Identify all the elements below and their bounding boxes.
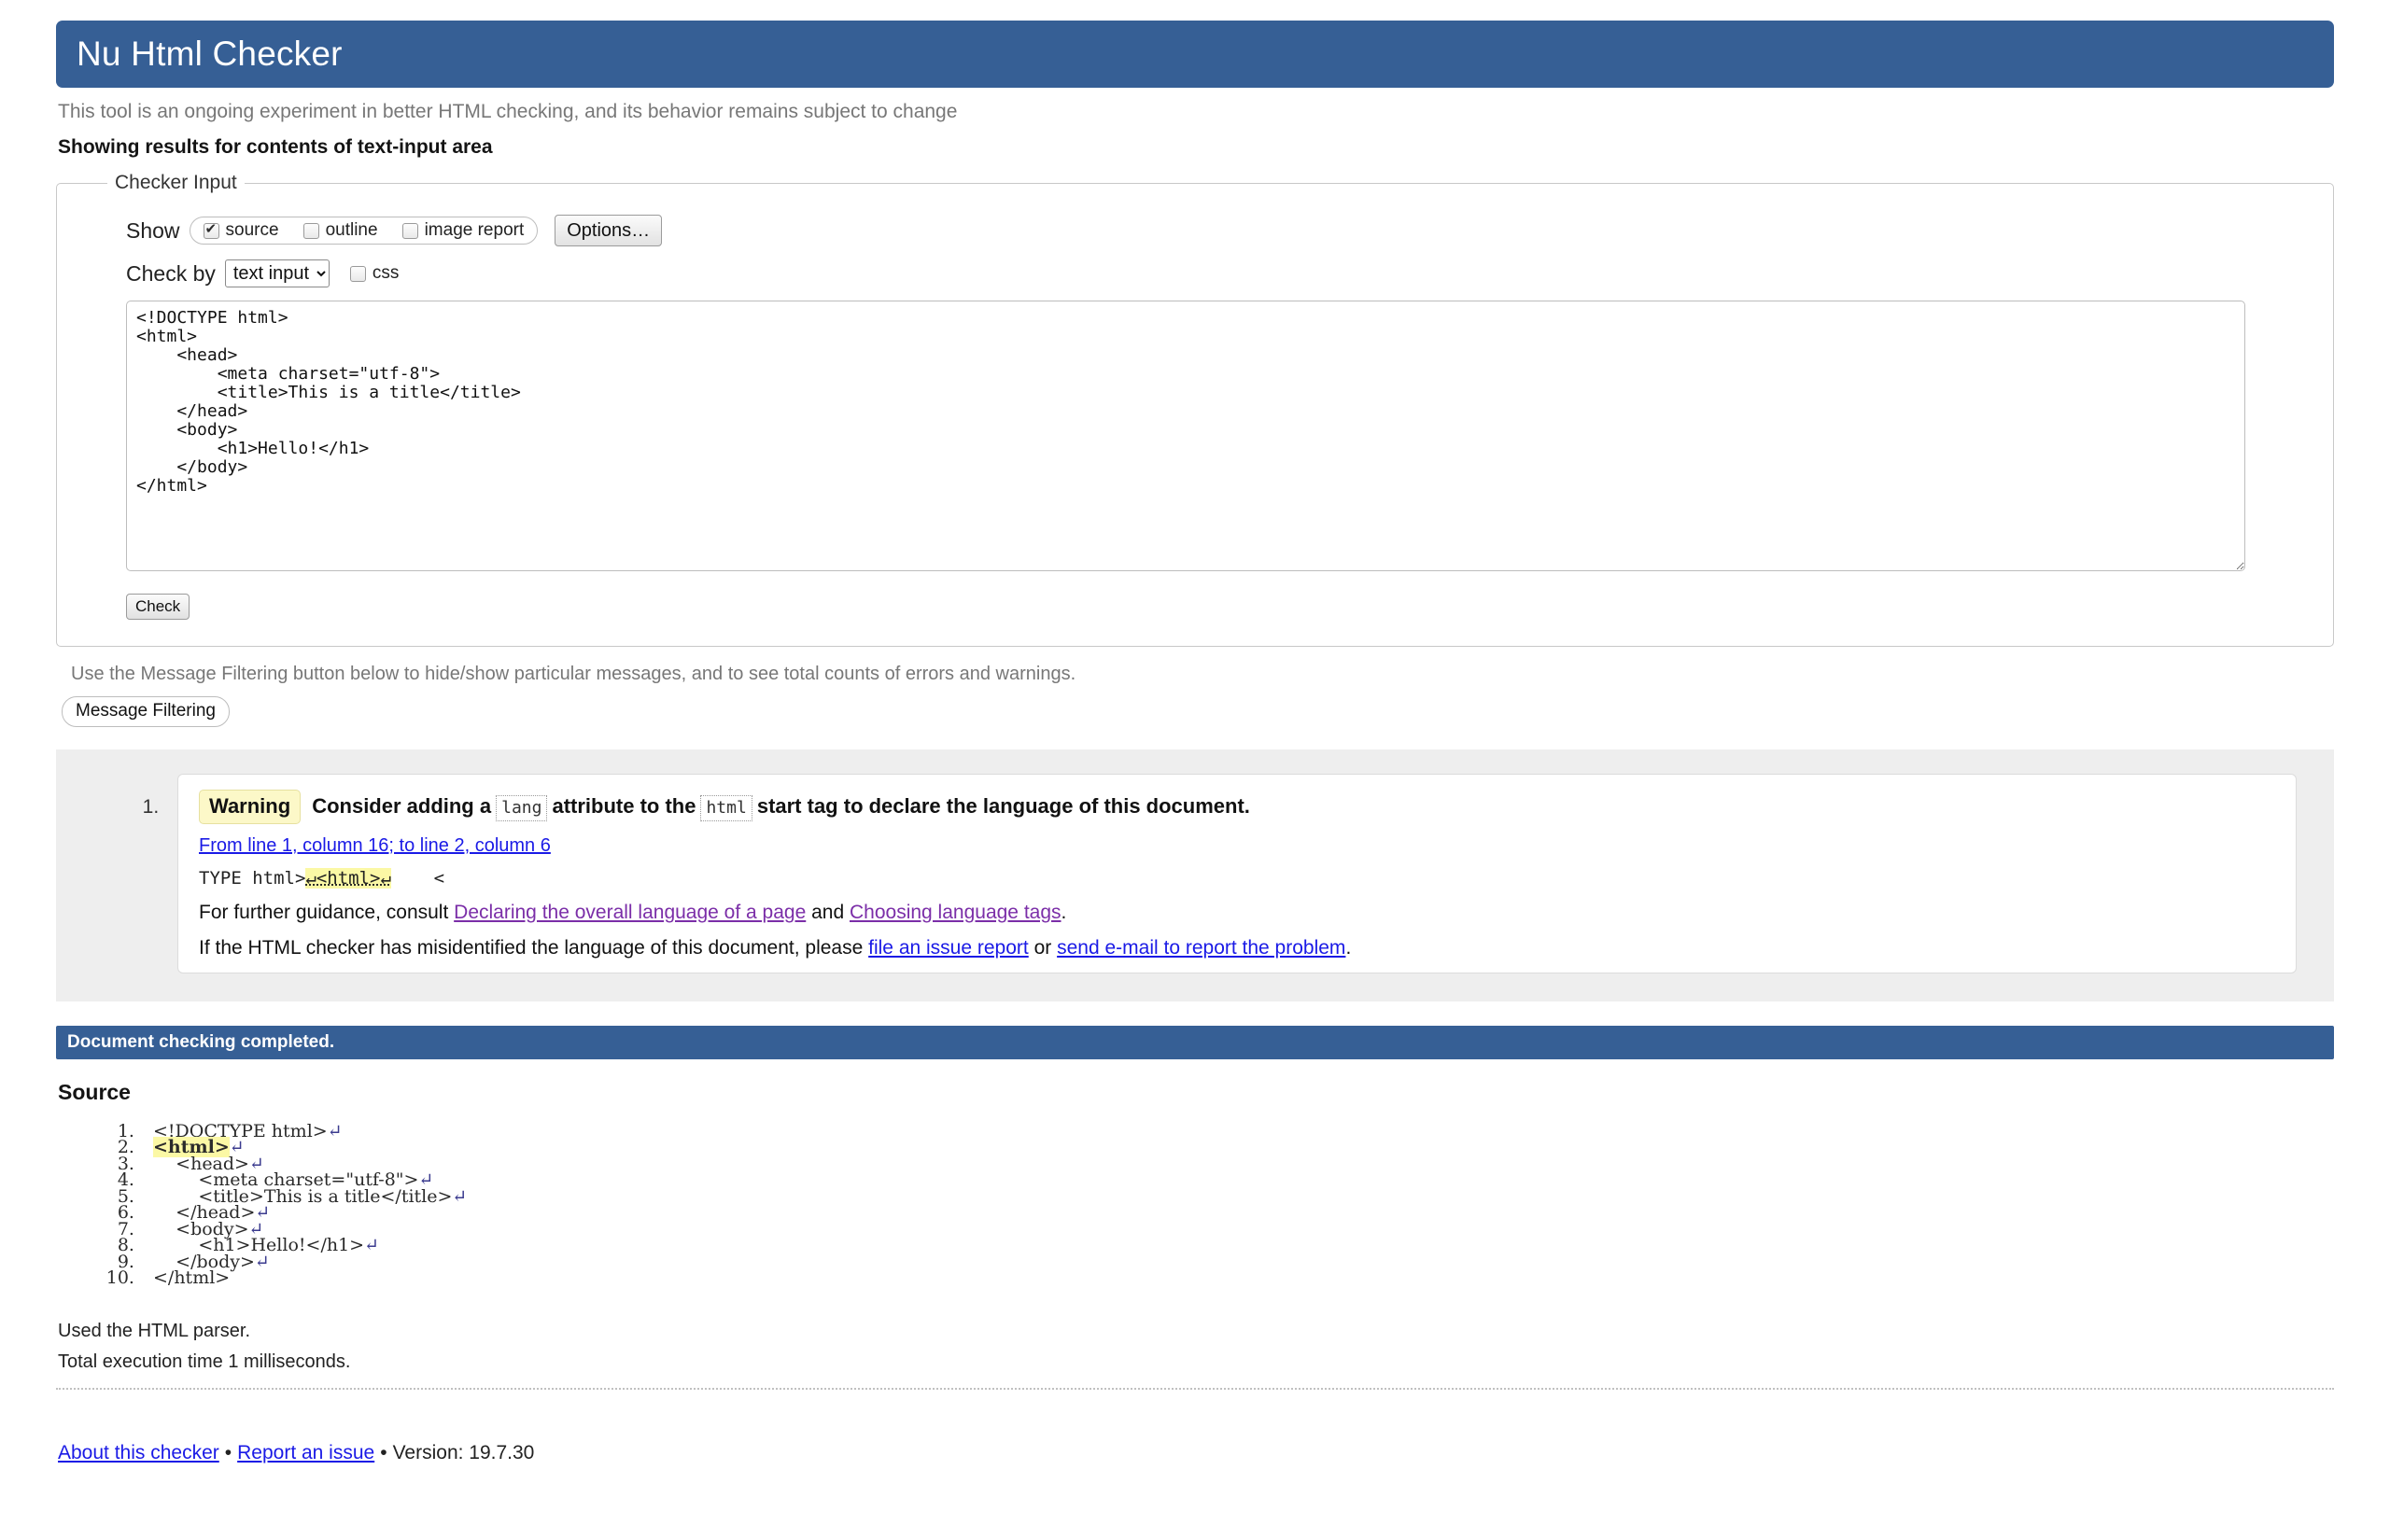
- show-option-source-label: source: [225, 220, 279, 240]
- source-heading: Source: [58, 1079, 131, 1104]
- code-html: html: [700, 795, 752, 822]
- show-label: Show: [126, 217, 180, 243]
- report-prefix: If the HTML checker has misidentified th…: [199, 936, 864, 959]
- report-issue-link[interactable]: file an issue report: [868, 937, 1029, 959]
- source-line: <h1>Hello!</h1>↵: [140, 1235, 2334, 1256]
- code-lang: lang: [496, 795, 548, 822]
- page-title: Nu Html Checker: [77, 35, 343, 73]
- results-heading: Showing results for contents of text-inp…: [58, 136, 493, 158]
- footer-divider: [56, 1387, 2334, 1390]
- show-option-source[interactable]: source: [203, 220, 279, 241]
- guidance-suffix: .: [1061, 901, 1067, 923]
- message-filtering-button[interactable]: Message Filtering: [62, 696, 230, 728]
- source-listing: <!DOCTYPE html>↵<html>↵ <head>↵ <meta ch…: [56, 1120, 2334, 1289]
- report-email-link[interactable]: send e-mail to report the problem: [1057, 937, 1345, 959]
- line-break-glyph: ↵: [254, 1251, 270, 1272]
- tagline-text: This tool is an ongoing experiment in be…: [58, 101, 958, 122]
- guidance-and: and: [811, 901, 845, 923]
- line-break-glyph: ↵: [452, 1185, 468, 1207]
- guidance-link-choosing-tags[interactable]: Choosing language tags: [850, 902, 1061, 923]
- about-checker-link[interactable]: About this checker: [58, 1442, 219, 1463]
- source-line: <html>↵: [140, 1137, 2334, 1158]
- headline-text-1: Consider adding a: [312, 794, 492, 819]
- page-container: Nu Html Checker This tool is an ongoing …: [56, 21, 2334, 1520]
- checkbox-outline-icon[interactable]: [302, 222, 319, 239]
- extract-after: <: [390, 867, 445, 889]
- checkbox-image-report-icon[interactable]: [401, 222, 418, 239]
- extract-highlight: ↵<html>↵: [305, 867, 391, 889]
- footer: About this checker • Report an issue • Versi…: [58, 1442, 2334, 1520]
- message-location: From line 1, column 16; to line 2, colum…: [199, 835, 2275, 857]
- message-list: Warning Consider adding a lang attribute…: [56, 774, 2334, 973]
- options-button[interactable]: Options…: [555, 215, 663, 246]
- parser-note: Used the HTML parser.: [58, 1320, 251, 1341]
- execution-time-note: Total execution time 1 milliseconds.: [58, 1351, 351, 1372]
- check-button-wrap: Check: [126, 594, 2305, 621]
- show-row: Show source outline image report Options…: [126, 215, 2305, 246]
- css-checkbox-item[interactable]: css: [349, 263, 400, 284]
- report-line: If the HTML checker has misidentified th…: [199, 937, 2275, 959]
- source-line: <body>↵: [140, 1220, 2334, 1238]
- headline-text-3: start tag to declare the language of thi…: [756, 794, 1250, 819]
- checker-input-legend: Checker Input: [115, 172, 237, 193]
- report-an-issue-link[interactable]: Report an issue: [237, 1442, 374, 1463]
- css-label: css: [372, 263, 400, 283]
- source-textarea[interactable]: <!DOCTYPE html> <html> <head> <meta char…: [126, 301, 2245, 571]
- results-panel: Warning Consider adding a lang attribute…: [56, 749, 2334, 1001]
- filtering-note: Use the Message Filtering button below t…: [71, 664, 1076, 685]
- show-option-outline-label: outline: [325, 220, 378, 240]
- checker-input-fieldset: Checker Input Show source outline image …: [56, 172, 2334, 648]
- source-line: <head>↵: [140, 1155, 2334, 1172]
- guidance-line: For further guidance, consult Declaring …: [199, 902, 2275, 924]
- show-option-outline[interactable]: outline: [302, 220, 378, 241]
- footer-separator-1: •: [224, 1441, 232, 1463]
- guidance-prefix: For further guidance, consult: [199, 901, 449, 923]
- source-line: </head>↵: [140, 1204, 2334, 1222]
- source-line: <title>This is a title</title>↵: [140, 1185, 2334, 1207]
- checkby-row: Check by text input css: [126, 259, 2305, 287]
- warning-headline: Warning Consider adding a lang attribute…: [199, 790, 2275, 824]
- source-line: </html>: [140, 1267, 2334, 1289]
- status-badge: Warning: [199, 790, 302, 824]
- source-line: <!DOCTYPE html>↵: [140, 1120, 2334, 1141]
- line-break-glyph: ↵: [364, 1235, 380, 1256]
- headline-text-2: attribute to the: [552, 794, 696, 819]
- warning-message-box: Warning Consider adding a lang attribute…: [177, 774, 2297, 973]
- version-text: Version: 19.7.30: [392, 1441, 535, 1463]
- show-option-image-report-label: image report: [424, 220, 525, 240]
- filtering-button-wrap: Message Filtering: [62, 696, 2334, 728]
- completed-status-bar: Document checking completed.: [56, 1025, 2334, 1059]
- checkbox-css-icon[interactable]: [349, 265, 366, 282]
- source-line: </body>↵: [140, 1251, 2334, 1272]
- footer-separator-2: •: [380, 1441, 387, 1463]
- extract-before: TYPE html>: [199, 867, 306, 889]
- source-extract: TYPE html>↵<html>↵ <: [199, 867, 2275, 889]
- show-option-image-report[interactable]: image report: [401, 220, 525, 241]
- checkby-select[interactable]: text input: [224, 259, 330, 287]
- check-button[interactable]: Check: [126, 594, 190, 621]
- message-list-item: Warning Consider adding a lang attribute…: [164, 774, 2334, 973]
- source-line: <meta charset="utf-8">↵: [140, 1171, 2334, 1189]
- checkby-label: Check by: [126, 260, 216, 286]
- show-options-group: source outline image report: [189, 217, 539, 245]
- source-line-text: </html>: [153, 1267, 231, 1289]
- line-break-glyph: ↵: [327, 1120, 343, 1141]
- guidance-link-declaring-language[interactable]: Declaring the overall language of a page: [454, 902, 806, 923]
- report-or: or: [1033, 936, 1052, 959]
- report-suffix: .: [1345, 936, 1352, 959]
- checkbox-source-icon[interactable]: [203, 221, 219, 239]
- message-location-link[interactable]: From line 1, column 16; to line 2, colum…: [199, 835, 551, 856]
- app-banner: Nu Html Checker: [56, 21, 2334, 88]
